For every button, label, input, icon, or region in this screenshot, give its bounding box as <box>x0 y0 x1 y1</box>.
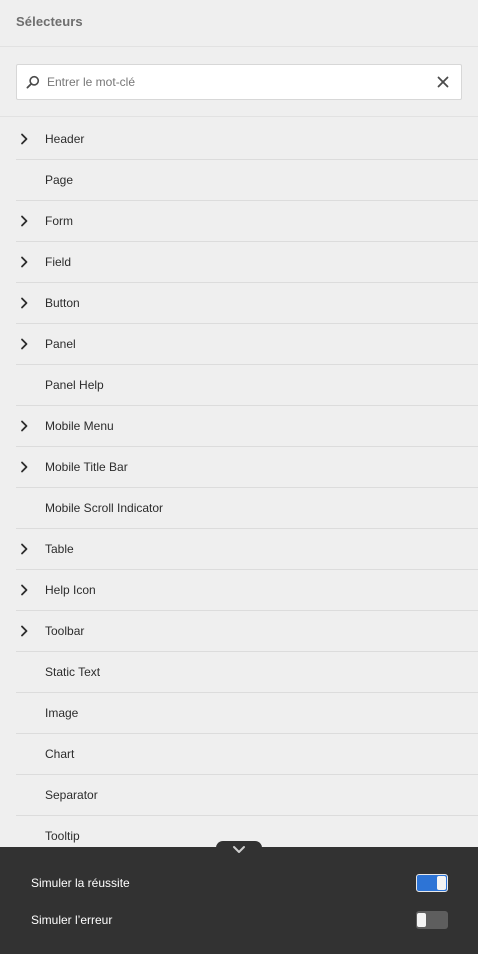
search-icon <box>25 74 41 90</box>
list-item-label: Image <box>45 706 79 720</box>
chevron-right-icon[interactable] <box>16 131 32 147</box>
search-box <box>16 64 462 100</box>
list-item[interactable]: Mobile Menu <box>16 406 478 447</box>
simulate-error-label: Simuler l’erreur <box>31 913 113 927</box>
list-item[interactable]: Toolbar <box>16 611 478 652</box>
list-item-label: Button <box>45 296 80 310</box>
list-item-label: Toolbar <box>45 624 85 638</box>
search-input[interactable] <box>41 67 435 97</box>
list-item[interactable]: Image <box>16 693 478 734</box>
search-section <box>0 47 478 117</box>
list-item[interactable]: Help Icon <box>16 570 478 611</box>
list-item[interactable]: Page <box>16 160 478 201</box>
list-item-label: Tooltip <box>45 829 80 843</box>
chevron-right-icon[interactable] <box>16 582 32 598</box>
list-item-label: Mobile Title Bar <box>45 460 128 474</box>
list-item[interactable]: Button <box>16 283 478 324</box>
chevron-right-icon[interactable] <box>16 623 32 639</box>
panel-header: Sélecteurs <box>0 0 478 47</box>
selector-list: Header Page Form Field Button Panel Panel Help… <box>0 119 478 857</box>
close-icon[interactable] <box>435 74 451 90</box>
list-item-label: Header <box>45 132 85 146</box>
chevron-right-icon[interactable] <box>16 295 32 311</box>
list-item[interactable]: Panel <box>16 324 478 365</box>
chevron-down-icon <box>232 841 246 859</box>
list-item[interactable]: Mobile Scroll Indicator <box>16 488 478 529</box>
list-item-label: Mobile Menu <box>45 419 114 433</box>
chevron-right-icon[interactable] <box>16 541 32 557</box>
panel-title: Sélecteurs <box>16 14 83 29</box>
list-item-label: Mobile Scroll Indicator <box>45 501 164 515</box>
list-item-label: Help Icon <box>45 583 96 597</box>
list-item-label: Panel <box>45 337 76 351</box>
simulate-success-row: Simuler la réussite <box>31 873 448 893</box>
list-item-label: Separator <box>45 788 98 802</box>
list-item[interactable]: Static Text <box>16 652 478 693</box>
list-item-label: Form <box>45 214 73 228</box>
simulate-error-toggle[interactable] <box>416 911 448 929</box>
list-item-label: Chart <box>45 747 75 761</box>
list-item[interactable]: Panel Help <box>16 365 478 406</box>
list-item-label: Panel Help <box>45 378 104 392</box>
simulate-error-row: Simuler l’erreur <box>31 910 448 930</box>
chevron-right-icon[interactable] <box>16 418 32 434</box>
chevron-right-icon[interactable] <box>16 254 32 270</box>
list-item[interactable]: Table <box>16 529 478 570</box>
list-item[interactable]: Form <box>16 201 478 242</box>
list-item[interactable]: Separator <box>16 775 478 816</box>
chevron-right-icon[interactable] <box>16 459 32 475</box>
list-item-label: Static Text <box>45 665 101 679</box>
list-item[interactable]: Header <box>16 119 478 160</box>
simulate-success-label: Simuler la réussite <box>31 876 130 890</box>
list-item[interactable]: Field <box>16 242 478 283</box>
toggle-knob <box>417 913 426 927</box>
list-item-label: Field <box>45 255 72 269</box>
chevron-right-icon[interactable] <box>16 336 32 352</box>
toggle-knob <box>437 876 446 890</box>
collapse-footer-button[interactable] <box>216 841 262 859</box>
list-item[interactable]: Mobile Title Bar <box>16 447 478 488</box>
chevron-right-icon[interactable] <box>16 213 32 229</box>
simulate-success-toggle[interactable] <box>416 874 448 892</box>
list-item-label: Page <box>45 173 74 187</box>
simulation-footer <box>0 847 478 954</box>
list-item-label: Table <box>45 542 74 556</box>
list-item[interactable]: Chart <box>16 734 478 775</box>
